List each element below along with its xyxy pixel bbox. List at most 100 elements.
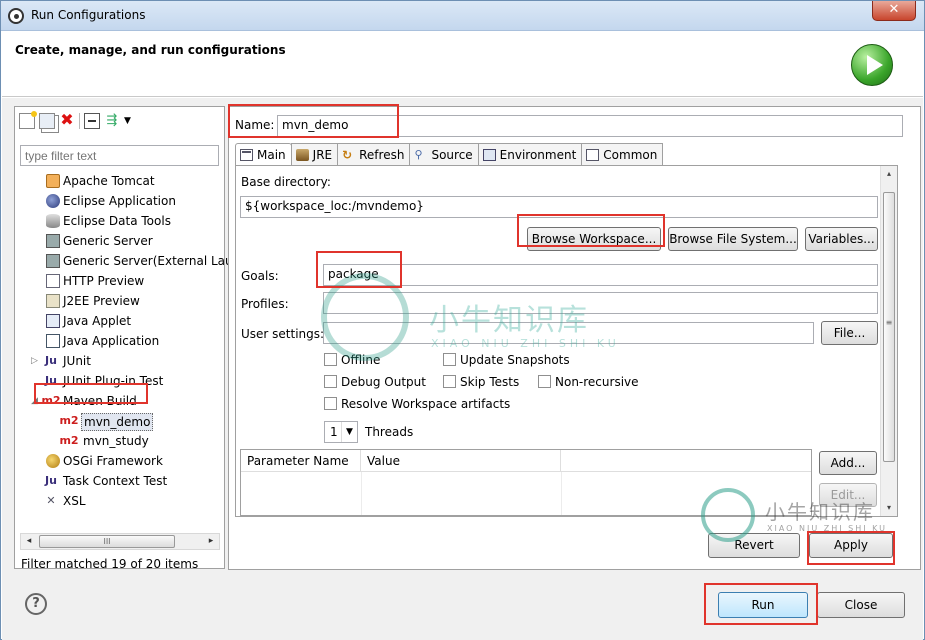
xsl-icon: ✕ — [46, 494, 56, 507]
user-settings-input[interactable] — [323, 322, 814, 344]
offline-checkbox[interactable]: Offline — [324, 353, 380, 369]
checkbox-box[interactable] — [324, 353, 337, 366]
browse-workspace-button[interactable]: Browse Workspace... — [527, 227, 661, 251]
debug-output-checkbox[interactable]: Debug Output — [324, 375, 426, 391]
tab-source[interactable]: ⚲ Source — [409, 143, 479, 165]
base-directory-label: Base directory: — [241, 175, 331, 189]
checkbox-box[interactable] — [443, 375, 456, 388]
user-settings-label: User settings: — [241, 327, 325, 341]
tree-item-generic-server-external[interactable]: Generic Server(External Lau — [15, 251, 233, 271]
tree-item-task-context-test[interactable]: Ju Task Context Test — [15, 471, 224, 491]
tree-item-mvn-study[interactable]: m2 mvn_study — [15, 431, 224, 451]
checkbox-box[interactable] — [538, 375, 551, 388]
variables-button[interactable]: Variables... — [805, 227, 878, 251]
tree-item-j2ee-preview[interactable]: J2EE Preview — [15, 291, 224, 311]
close-button[interactable]: Close — [817, 592, 905, 618]
chevron-down-icon[interactable]: ▼ — [341, 422, 357, 442]
filter-dropdown-icon[interactable]: ▼ — [124, 113, 140, 129]
update-snapshots-checkbox[interactable]: Update Snapshots — [443, 353, 570, 369]
add-parameter-button[interactable]: Add... — [819, 451, 877, 475]
scroll-down-icon[interactable]: ▾ — [881, 500, 897, 516]
collapse-all-icon[interactable] — [84, 113, 100, 129]
resolve-workspace-checkbox[interactable]: Resolve Workspace artifacts — [324, 397, 510, 413]
goals-label: Goals: — [241, 269, 279, 283]
expand-twisty-icon[interactable]: ▷ — [31, 351, 38, 371]
edit-parameter-button[interactable]: Edit... — [819, 483, 877, 507]
database-icon — [46, 214, 60, 228]
tree-item-java-application[interactable]: Java Application — [15, 331, 224, 351]
main-tab-content: Base directory: ${workspace_loc:/mvndemo… — [235, 165, 898, 517]
name-label: Name: — [235, 118, 275, 132]
column-header-parameter-name[interactable]: Parameter Name — [241, 450, 361, 472]
duplicate-configuration-icon[interactable] — [39, 113, 55, 129]
junit-plugin-icon: Ju — [45, 374, 57, 387]
collapse-twisty-icon[interactable]: ◢ — [31, 391, 38, 411]
dialog-subtitle: Create, manage, and run configurations — [15, 43, 286, 57]
tree-item-maven-build[interactable]: ◢ m2 Maven Build — [15, 391, 224, 411]
page-icon — [46, 294, 60, 308]
filter-configurations-icon[interactable]: ⇶ — [104, 113, 120, 129]
tab-jre[interactable]: JRE — [290, 143, 339, 165]
tree-item-osgi-framework[interactable]: OSGi Framework — [15, 451, 224, 471]
skip-tests-checkbox[interactable]: Skip Tests — [443, 375, 519, 391]
scroll-left-icon[interactable]: ◂ — [21, 534, 37, 549]
filter-input[interactable] — [20, 145, 219, 166]
tree-horizontal-scrollbar[interactable]: ◂ III ▸ — [20, 533, 220, 550]
goals-input[interactable]: package — [323, 264, 878, 286]
scroll-thumb[interactable]: ≡ — [883, 192, 895, 462]
profiles-input[interactable] — [323, 292, 878, 314]
run-button[interactable]: Run — [718, 592, 808, 618]
window-close-button[interactable]: ✕ — [872, 1, 916, 21]
tab-refresh[interactable]: ↻ Refresh — [337, 143, 411, 165]
profiles-label: Profiles: — [241, 297, 289, 311]
tree-item-generic-server[interactable]: Generic Server — [15, 231, 224, 251]
maven-icon: m2 — [41, 394, 61, 407]
parameters-table[interactable]: Parameter Name Value — [240, 449, 812, 516]
checkbox-box[interactable] — [324, 375, 337, 388]
non-recursive-checkbox[interactable]: Non-recursive — [538, 375, 639, 391]
tree-item-apache-tomcat[interactable]: Apache Tomcat — [15, 171, 224, 191]
help-icon[interactable]: ? — [25, 593, 47, 615]
scroll-up-icon[interactable]: ▴ — [881, 166, 897, 182]
browse-file-system-button[interactable]: Browse File System... — [668, 227, 798, 251]
scroll-thumb[interactable]: III — [39, 535, 175, 548]
tab-environment[interactable]: Environment — [477, 143, 583, 165]
run-icon — [851, 44, 893, 86]
tree-item-xsl[interactable]: ✕ XSL — [15, 491, 224, 511]
column-header-value[interactable]: Value — [361, 450, 561, 472]
tree-item-mvn-demo[interactable]: m2 mvn_demo — [15, 411, 224, 431]
tree-item-junit[interactable]: ▷ Ju JUnit — [15, 351, 224, 371]
tree-item-eclipse-application[interactable]: Eclipse Application — [15, 191, 224, 211]
applet-icon — [46, 314, 60, 328]
jre-icon — [295, 148, 309, 161]
scroll-right-icon[interactable]: ▸ — [203, 534, 219, 549]
threads-label: Threads — [365, 425, 414, 439]
configuration-tree-panel: ✖ ⇶ ▼ Apache Tomcat Eclipse Application — [14, 106, 233, 571]
name-input[interactable]: mvn_demo — [277, 115, 903, 137]
checkbox-box[interactable] — [324, 397, 337, 410]
tree-toolbar: ✖ ⇶ ▼ — [19, 111, 140, 131]
configuration-tree: Apache Tomcat Eclipse Application Eclips… — [15, 171, 233, 511]
common-icon — [586, 148, 600, 161]
checkbox-box[interactable] — [443, 353, 456, 366]
tab-main[interactable]: Main — [235, 143, 292, 166]
tab-vertical-scrollbar[interactable]: ▴ ≡ ▾ — [880, 166, 897, 516]
delete-configuration-icon[interactable]: ✖ — [59, 112, 75, 129]
file-button[interactable]: File... — [821, 321, 878, 345]
editor-tabs: Main JRE ↻ Refresh ⚲ Source Environment — [235, 143, 664, 166]
tree-item-http-preview[interactable]: HTTP Preview — [15, 271, 224, 291]
filter-status: Filter matched 19 of 20 items — [21, 557, 199, 571]
apply-button[interactable]: Apply — [809, 533, 893, 558]
threads-select[interactable]: 1 ▼ — [324, 421, 358, 443]
tab-common[interactable]: Common — [581, 143, 664, 165]
new-configuration-icon[interactable] — [19, 111, 37, 129]
tree-item-eclipse-data-tools[interactable]: Eclipse Data Tools — [15, 211, 224, 231]
tree-item-junit-plugin-test[interactable]: Ju JUnit Plug-in Test — [15, 371, 224, 391]
source-icon: ⚲ — [414, 147, 423, 161]
maven-icon: m2 — [59, 434, 79, 447]
revert-button[interactable]: Revert — [708, 533, 800, 558]
window-title: Run Configurations — [31, 8, 146, 22]
base-directory-input[interactable]: ${workspace_loc:/mvndemo} — [240, 196, 878, 218]
page-icon — [46, 274, 60, 288]
tree-item-java-applet[interactable]: Java Applet — [15, 311, 224, 331]
